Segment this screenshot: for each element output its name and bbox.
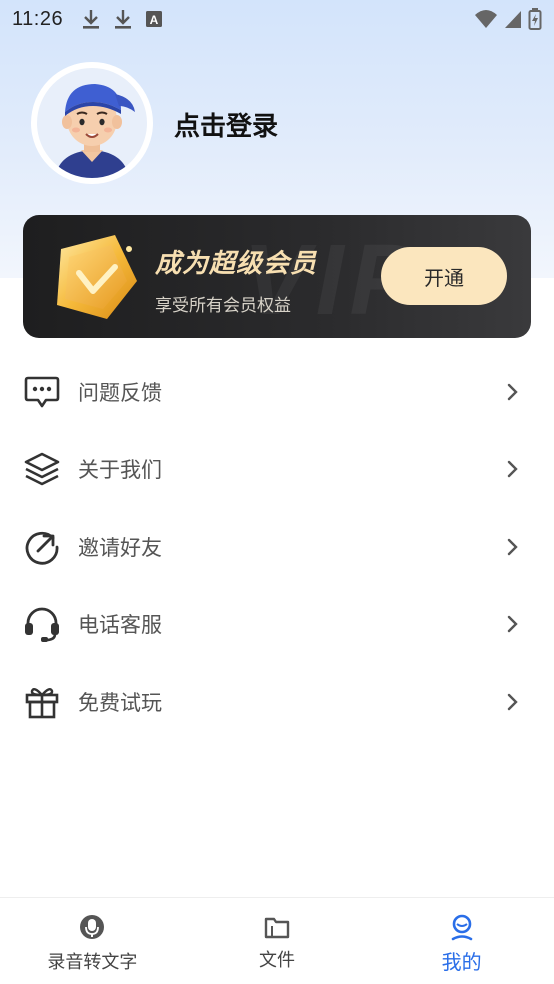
chevron-right-icon: [507, 538, 518, 555]
tab-label: 文件: [259, 950, 295, 971]
svg-text:A: A: [150, 13, 159, 27]
headset-icon: [23, 605, 61, 643]
menu-item-label: 免费试玩: [78, 690, 162, 715]
menu-item-label: 问题反馈: [78, 380, 162, 405]
menu-item-phone-support[interactable]: 电话客服: [0, 586, 554, 664]
status-time: 11:26: [12, 7, 64, 30]
chevron-right-icon: [507, 693, 518, 710]
menu-item-label: 电话客服: [78, 613, 162, 638]
vip-medal-icon: [57, 235, 137, 319]
menu-item-invite[interactable]: 邀请好友: [0, 508, 554, 586]
menu-item-free-trial[interactable]: 免费试玩: [0, 663, 554, 741]
chat-bubble-icon: [23, 373, 61, 411]
tab-files[interactable]: 文件: [185, 898, 370, 984]
avatar[interactable]: [31, 62, 153, 184]
gift-icon: [23, 683, 61, 721]
menu-item-about[interactable]: 关于我们: [0, 431, 554, 509]
tab-label: 录音转文字: [47, 952, 138, 973]
bottom-tab-bar: 录音转文字 文件 我的: [0, 897, 554, 984]
microphone-icon: [80, 915, 105, 939]
avatar-cartoon-boy: [37, 68, 147, 178]
chevron-right-icon: [507, 616, 518, 633]
folder-icon: [264, 917, 290, 939]
download-icon: [83, 10, 100, 29]
vip-subtitle: 享受所有会员权益: [155, 296, 291, 316]
signal-icon: [505, 11, 521, 28]
open-vip-button[interactable]: 开通: [381, 247, 507, 305]
wifi-icon: [475, 10, 497, 28]
text-a-icon: A: [146, 11, 163, 27]
chevron-right-icon: [507, 383, 518, 400]
chevron-right-icon: [507, 461, 518, 478]
profile-icon: [451, 914, 472, 941]
menu-item-label: 邀请好友: [78, 535, 162, 560]
notification-icons: A: [81, 8, 163, 30]
tab-mine[interactable]: 我的: [369, 898, 554, 984]
tab-transcribe[interactable]: 录音转文字: [0, 898, 185, 984]
download-icon: [115, 10, 132, 29]
login-link[interactable]: 点击登录: [174, 106, 278, 143]
vip-title: 成为超级会员: [155, 249, 318, 279]
share-arrow-icon: [23, 528, 61, 566]
menu-item-label: 关于我们: [78, 458, 162, 483]
tab-label: 我的: [441, 950, 482, 974]
status-bar: 11:26 A: [0, 0, 554, 38]
layers-icon: [23, 450, 61, 488]
vip-promo-card[interactable]: VIP 成为超级会员 享受所有会员权益 开通: [23, 215, 531, 338]
settings-menu: 问题反馈 关于我们 邀请好友 电话客服 免费试玩: [0, 353, 554, 741]
menu-item-feedback[interactable]: 问题反馈: [0, 353, 554, 431]
battery-charging-icon: [528, 8, 542, 30]
system-icons: [474, 8, 542, 30]
